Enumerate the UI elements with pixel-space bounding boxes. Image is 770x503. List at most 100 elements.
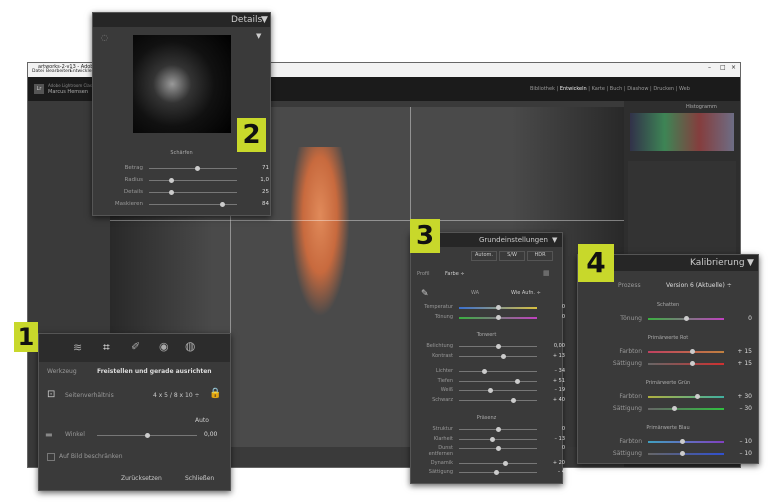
- tone-3-value[interactable]: + 51: [539, 378, 565, 384]
- wb-1-value[interactable]: 0: [539, 314, 565, 320]
- presence-3-slider[interactable]: [459, 460, 537, 466]
- detail-3-slider[interactable]: [149, 202, 237, 207]
- blue-1-value[interactable]: – 10: [726, 450, 752, 457]
- angle-slider[interactable]: [97, 433, 197, 438]
- wb-0-slider[interactable]: [459, 305, 537, 310]
- redeye-icon[interactable]: ◉: [159, 340, 169, 353]
- mask-icon[interactable]: ◍: [185, 339, 195, 353]
- detail-0-value[interactable]: 71: [239, 165, 269, 171]
- tone-5-knob[interactable]: [511, 397, 517, 403]
- tone-4-knob[interactable]: [487, 388, 493, 393]
- tone-3-knob[interactable]: [515, 378, 520, 384]
- auto-angle-button[interactable]: Auto: [195, 417, 209, 424]
- wb-1-knob[interactable]: [495, 315, 501, 320]
- eyedropper-icon[interactable]: ✎: [421, 289, 429, 299]
- presence-0-slider[interactable]: [459, 427, 537, 432]
- tone-4-value[interactable]: – 19: [539, 387, 565, 393]
- angle-knob[interactable]: [144, 433, 150, 438]
- detail-1-slider[interactable]: [149, 178, 237, 183]
- reset-button[interactable]: Zurücksetzen: [121, 475, 162, 482]
- blue-1-knob[interactable]: [679, 451, 685, 456]
- green-1-value[interactable]: – 30: [726, 405, 752, 412]
- menu-entwicklen[interactable]: Entwicklen: [70, 69, 94, 74]
- green-0-slider[interactable]: [648, 394, 724, 399]
- detail-1-value[interactable]: 1,0: [239, 177, 269, 183]
- green-1-slider[interactable]: [648, 406, 724, 411]
- module-karte[interactable]: Karte: [592, 86, 605, 92]
- menu-bearbeiten[interactable]: Bearbeiten: [46, 69, 71, 74]
- presence-3-value[interactable]: + 20: [539, 460, 565, 466]
- detail-3-knob[interactable]: [220, 202, 226, 207]
- red-1-knob[interactable]: [689, 361, 695, 366]
- shadows-tint-knob[interactable]: [683, 316, 689, 321]
- detail-3-value[interactable]: 84: [239, 201, 269, 207]
- green-0-knob[interactable]: [694, 394, 700, 399]
- detail-1-knob[interactable]: [168, 178, 174, 183]
- chevron-down-icon[interactable]: ▼: [552, 236, 557, 244]
- presence-1-knob[interactable]: [490, 436, 496, 442]
- tone-1-slider[interactable]: [459, 353, 537, 359]
- presence-1-slider[interactable]: [459, 436, 537, 442]
- tone-2-value[interactable]: – 34: [539, 368, 565, 374]
- presence-0-value[interactable]: 0: [539, 426, 565, 432]
- module-diashow[interactable]: Diashow: [627, 86, 648, 92]
- presence-2-slider[interactable]: [459, 446, 537, 451]
- presence-2-value[interactable]: 0: [539, 445, 565, 451]
- grid-icon[interactable]: ▦: [543, 269, 550, 277]
- blue-0-value[interactable]: – 10: [726, 438, 752, 445]
- presence-2-knob[interactable]: [495, 446, 501, 451]
- detail-0-slider[interactable]: [149, 166, 237, 171]
- hdr-button[interactable]: HDR: [527, 251, 553, 261]
- blue-0-slider[interactable]: [648, 439, 724, 444]
- crop-aspect-icon[interactable]: ⊡: [47, 389, 55, 400]
- sliders-icon[interactable]: ≋: [73, 341, 82, 354]
- tone-5-slider[interactable]: [459, 397, 537, 403]
- presence-1-value[interactable]: – 13: [539, 436, 565, 442]
- wb-select[interactable]: Wie Aufn. ÷: [511, 290, 541, 296]
- level-icon[interactable]: ▬: [45, 430, 53, 439]
- close-button[interactable]: Schließen: [185, 475, 214, 482]
- profile-select[interactable]: Farbe ÷: [445, 271, 465, 277]
- angle-value[interactable]: 0,00: [204, 431, 217, 438]
- menu-datei[interactable]: Datei: [32, 69, 44, 74]
- presence-4-slider[interactable]: [459, 470, 537, 475]
- red-1-slider[interactable]: [648, 361, 724, 366]
- auto-button[interactable]: Autom.: [471, 251, 497, 261]
- blue-0-knob[interactable]: [679, 439, 685, 444]
- tone-0-knob[interactable]: [495, 344, 501, 349]
- wb-0-value[interactable]: 0: [539, 304, 565, 310]
- module-web[interactable]: Web: [679, 86, 690, 92]
- disclosure-icon[interactable]: ▼: [256, 32, 261, 40]
- tone-5-value[interactable]: + 40: [539, 397, 565, 403]
- target-icon[interactable]: ◌: [101, 33, 108, 42]
- wb-0-knob[interactable]: [495, 305, 501, 310]
- tone-3-slider[interactable]: [459, 378, 537, 384]
- green-0-value[interactable]: + 30: [726, 393, 752, 400]
- red-0-slider[interactable]: [648, 349, 724, 354]
- shadows-tint-slider[interactable]: [648, 316, 724, 321]
- module-entwickeln[interactable]: Entwickeln: [560, 86, 587, 92]
- constrain-checkbox[interactable]: [47, 453, 55, 461]
- tone-0-value[interactable]: 0,00: [539, 343, 565, 349]
- red-1-value[interactable]: + 15: [726, 360, 752, 367]
- aspect-select[interactable]: 4 x 5 / 8 x 10 ÷: [153, 392, 200, 399]
- presence-4-value[interactable]: – 4: [539, 469, 565, 475]
- chevron-down-icon[interactable]: ▼: [261, 15, 268, 25]
- process-select[interactable]: Version 6 (Aktuelle) ÷: [666, 282, 732, 289]
- crop-icon[interactable]: ⌗: [103, 340, 110, 355]
- presence-4-knob[interactable]: [493, 470, 499, 475]
- tone-2-knob[interactable]: [482, 369, 488, 374]
- red-0-value[interactable]: + 15: [726, 348, 752, 355]
- tone-1-value[interactable]: + 13: [539, 353, 565, 359]
- detail-2-slider[interactable]: [149, 190, 237, 195]
- brush-icon[interactable]: ✐: [131, 340, 140, 353]
- wb-1-slider[interactable]: [459, 315, 537, 320]
- presence-0-knob[interactable]: [495, 427, 501, 432]
- red-0-knob[interactable]: [689, 349, 695, 354]
- bw-button[interactable]: S/W: [499, 251, 525, 261]
- lock-icon[interactable]: 🔒: [209, 388, 221, 399]
- blue-1-slider[interactable]: [648, 451, 724, 456]
- tone-1-knob[interactable]: [500, 353, 506, 359]
- detail-0-knob[interactable]: [194, 166, 200, 171]
- detail-2-value[interactable]: 25: [239, 189, 269, 195]
